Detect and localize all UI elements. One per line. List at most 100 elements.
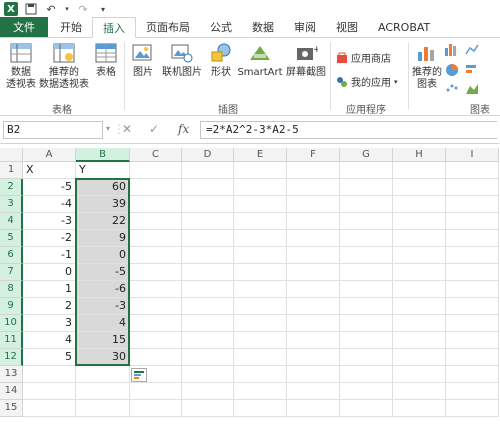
cell-h15[interactable] [393, 400, 446, 417]
cell-d9[interactable] [182, 298, 234, 315]
cell-e12[interactable] [234, 349, 287, 366]
cell-d1[interactable] [182, 162, 234, 179]
cell-h8[interactable] [393, 281, 446, 298]
row-header-14[interactable]: 14 [0, 383, 23, 400]
cell-d6[interactable] [182, 247, 234, 264]
cell-c2[interactable] [130, 179, 182, 196]
tab-review[interactable]: 审阅 [284, 17, 326, 37]
row-header-6[interactable]: 6 [0, 247, 23, 264]
cell-g13[interactable] [340, 366, 393, 383]
column-chart-icon[interactable] [445, 44, 456, 56]
app-store-button[interactable]: 应用商店 [336, 50, 391, 65]
cell-a13[interactable] [23, 366, 76, 383]
cell-a6[interactable]: -1 [23, 247, 76, 264]
cell-h6[interactable] [393, 247, 446, 264]
cell-d2[interactable] [182, 179, 234, 196]
cell-g4[interactable] [340, 213, 393, 230]
row-header-9[interactable]: 9 [0, 298, 23, 315]
cell-b12[interactable]: 30 [76, 349, 130, 366]
cell-e8[interactable] [234, 281, 287, 298]
cell-c3[interactable] [130, 196, 182, 213]
cell-c15[interactable] [130, 400, 182, 417]
cell-c12[interactable] [130, 349, 182, 366]
cell-f2[interactable] [287, 179, 340, 196]
cell-f15[interactable] [287, 400, 340, 417]
cell-i14[interactable] [446, 383, 499, 400]
cell-h5[interactable] [393, 230, 446, 247]
picture-button[interactable]: 图片 [130, 42, 156, 79]
cell-i6[interactable] [446, 247, 499, 264]
formula-input[interactable]: =2*A2^2-3*A2-5 [200, 121, 497, 139]
cell-h9[interactable] [393, 298, 446, 315]
row-header-3[interactable]: 3 [0, 196, 23, 213]
cell-i7[interactable] [446, 264, 499, 281]
cell-i11[interactable] [446, 332, 499, 349]
line-chart-icon[interactable] [465, 44, 479, 55]
cell-e14[interactable] [234, 383, 287, 400]
cell-g10[interactable] [340, 315, 393, 332]
name-box-dropdown-icon[interactable]: ▾ [106, 124, 110, 133]
cell-a2[interactable]: -5 [23, 179, 76, 196]
tab-formulas[interactable]: 公式 [200, 17, 242, 37]
cell-e10[interactable] [234, 315, 287, 332]
cell-g3[interactable] [340, 196, 393, 213]
cell-f10[interactable] [287, 315, 340, 332]
cell-a12[interactable]: 5 [23, 349, 76, 366]
cell-e7[interactable] [234, 264, 287, 281]
cell-h1[interactable] [393, 162, 446, 179]
cell-i13[interactable] [446, 366, 499, 383]
row-header-8[interactable]: 8 [0, 281, 23, 298]
recommended-pivot-button[interactable]: 推荐的 数据透视表 [38, 42, 90, 91]
cell-g14[interactable] [340, 383, 393, 400]
cell-c7[interactable] [130, 264, 182, 281]
cell-f7[interactable] [287, 264, 340, 281]
column-header-e[interactable]: E [234, 148, 287, 162]
cell-d8[interactable] [182, 281, 234, 298]
smartart-button[interactable]: SmartArt [236, 42, 284, 79]
cell-b15[interactable] [76, 400, 130, 417]
column-header-a[interactable]: A [23, 148, 76, 162]
cell-c10[interactable] [130, 315, 182, 332]
cell-e2[interactable] [234, 179, 287, 196]
cell-e15[interactable] [234, 400, 287, 417]
cell-i12[interactable] [446, 349, 499, 366]
cell-h14[interactable] [393, 383, 446, 400]
cell-f4[interactable] [287, 213, 340, 230]
cell-f3[interactable] [287, 196, 340, 213]
undo-dropdown-icon[interactable]: ▾ [64, 2, 70, 16]
tab-page-layout[interactable]: 页面布局 [136, 17, 200, 37]
cell-i1[interactable] [446, 162, 499, 179]
table-button[interactable]: 表格 [92, 42, 120, 79]
column-header-i[interactable]: I [446, 148, 499, 162]
cell-b14[interactable] [76, 383, 130, 400]
cell-i9[interactable] [446, 298, 499, 315]
cell-d14[interactable] [182, 383, 234, 400]
cell-e13[interactable] [234, 366, 287, 383]
row-header-7[interactable]: 7 [0, 264, 23, 281]
cell-h7[interactable] [393, 264, 446, 281]
cell-h2[interactable] [393, 179, 446, 196]
chevron-down-icon[interactable]: ▾ [394, 78, 398, 86]
cell-a8[interactable]: 1 [23, 281, 76, 298]
select-all-corner[interactable] [0, 148, 23, 162]
cell-i10[interactable] [446, 315, 499, 332]
cell-f1[interactable] [287, 162, 340, 179]
cell-g5[interactable] [340, 230, 393, 247]
row-header-10[interactable]: 10 [0, 315, 23, 332]
cell-i4[interactable] [446, 213, 499, 230]
cell-a5[interactable]: -2 [23, 230, 76, 247]
tab-view[interactable]: 视图 [326, 17, 368, 37]
cell-f14[interactable] [287, 383, 340, 400]
save-icon[interactable] [24, 2, 38, 16]
cell-a14[interactable] [23, 383, 76, 400]
scatter-chart-icon[interactable] [446, 84, 458, 92]
cell-c14[interactable] [130, 383, 182, 400]
cell-g12[interactable] [340, 349, 393, 366]
shapes-button[interactable]: 形状 [207, 42, 235, 79]
cancel-icon[interactable]: ✕ [122, 122, 132, 136]
cell-c4[interactable] [130, 213, 182, 230]
cell-c8[interactable] [130, 281, 182, 298]
cell-f6[interactable] [287, 247, 340, 264]
cell-f13[interactable] [287, 366, 340, 383]
recommended-charts-button[interactable]: 推荐的 图表 [412, 42, 442, 91]
